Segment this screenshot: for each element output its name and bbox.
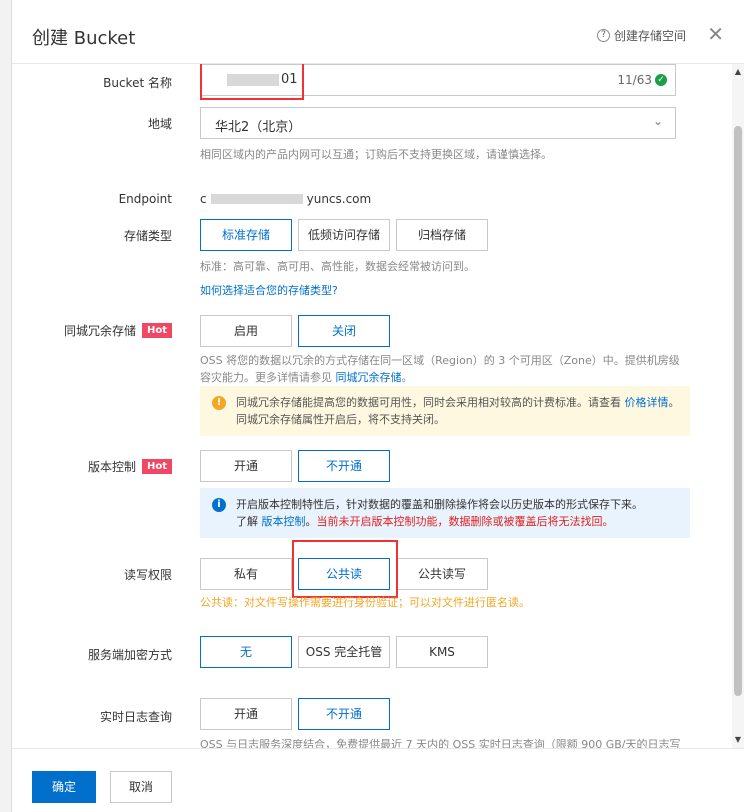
question-icon: ? xyxy=(596,29,610,42)
log-query-off-button[interactable]: 不开通 xyxy=(298,698,390,730)
bucket-name-input[interactable]: 01 11/63 ✓ xyxy=(200,64,676,96)
close-icon[interactable]: ✕ xyxy=(707,22,724,46)
help-link-label: 创建存储空间 xyxy=(613,29,686,43)
versioning-info-notice: i 开启版本控制特性后，针对数据的覆盖和删除操作将会以历史版本的形式保存下来。 … xyxy=(200,488,690,538)
acl-public-read-write-button[interactable]: 公共读写 xyxy=(396,558,488,590)
region-select[interactable]: 华北2（北京） ⌄ xyxy=(200,107,676,139)
redacted-text xyxy=(210,194,303,204)
zrs-label: 同城冗余存储 Hot xyxy=(64,322,172,339)
versioning-label-text: 版本控制 xyxy=(87,460,136,474)
region-label: 地域 xyxy=(147,117,172,131)
acl-private-button[interactable]: 私有 xyxy=(200,558,292,590)
versioning-notice-line1: 开启版本控制特性后，针对数据的覆盖和删除操作将会以历史版本的形式保存下来。 xyxy=(236,498,643,511)
acl-public-read-button[interactable]: 公共读 xyxy=(298,558,390,590)
region-value: 华北2（北京） xyxy=(215,120,302,135)
zrs-enable-button[interactable]: 启用 xyxy=(200,315,292,347)
redacted-text xyxy=(227,74,279,86)
scroll-thumb[interactable] xyxy=(734,126,742,696)
info-icon: i xyxy=(212,498,226,512)
cancel-button[interactable]: 取消 xyxy=(110,771,172,803)
storage-standard-button[interactable]: 标准存储 xyxy=(200,219,292,251)
versioning-off-button[interactable]: 不开通 xyxy=(298,450,390,482)
acl-tip: 公共读：对文件写操作需要进行身份验证；可以对文件进行匿名读。 xyxy=(200,596,530,609)
confirm-button[interactable]: 确定 xyxy=(32,771,96,803)
page: 创建 Bucket ? 创建存储空间 ✕ Bucket 名称 01 11/63 … xyxy=(0,0,744,812)
storage-class-label: 存储类型 xyxy=(123,229,172,243)
versioning-notice-sep: 。 xyxy=(305,515,317,528)
dialog-header: 创建 Bucket ? 创建存储空间 ✕ xyxy=(12,0,744,64)
log-query-label: 实时日志查询 xyxy=(99,710,172,724)
scroll-down-icon[interactable]: ▼ xyxy=(732,732,744,748)
storage-class-help-link[interactable]: 如何选择适合您的存储类型? xyxy=(200,282,690,299)
zrs-notice-text: 同城冗余存储能提高您的数据可用性，同时会采用相对较高的计费标准。请查看 xyxy=(236,396,621,409)
storage-archive-button[interactable]: 归档存储 xyxy=(396,219,488,251)
versioning-warning-text: 当前未开启版本控制功能，数据删除或被覆盖后将无法找回。 xyxy=(316,515,614,528)
scroll-up-icon[interactable]: ▲ xyxy=(732,64,744,80)
zrs-warning-notice: ! 同城冗余存储能提高您的数据可用性，同时会采用相对较高的计费标准。请查看 价格… xyxy=(200,386,690,436)
endpoint-value: c yuncs.com xyxy=(200,192,371,206)
encryption-label: 服务端加密方式 xyxy=(87,648,172,662)
log-query-on-button[interactable]: 开通 xyxy=(200,698,292,730)
versioning-notice-line2: 了解 版本控制。当前未开启版本控制功能，数据删除或被覆盖后将无法找回。 xyxy=(236,513,680,530)
storage-class-hint: 标准：高可靠、高可用、高性能，数据会经常被访问到。 xyxy=(200,260,475,273)
zrs-hint-text: OSS 将您的数据以冗余的方式存储在同一区域（Region）的 3 个可用区（Z… xyxy=(200,354,680,384)
region-hint: 相同区域内的产品内网可以互通；订购后不支持更换区域，请谨慎选择。 xyxy=(200,148,552,161)
encryption-oss-button[interactable]: OSS 完全托管 xyxy=(298,636,390,668)
versioning-on-button[interactable]: 开通 xyxy=(200,450,292,482)
create-bucket-dialog: 创建 Bucket ? 创建存储空间 ✕ Bucket 名称 01 11/63 … xyxy=(12,0,744,812)
check-icon: ✓ xyxy=(655,74,667,86)
dialog-footer: 确定 取消 xyxy=(12,748,744,812)
endpoint-label: Endpoint xyxy=(118,192,172,206)
log-query-hint: OSS 与日志服务深度结合，免费提供最近 7 天内的 OSS 实时日志查询（限额… xyxy=(200,738,681,748)
chevron-down-icon: ⌄ xyxy=(652,114,663,128)
zrs-hint-end: 。 xyxy=(401,371,413,384)
zrs-disable-button[interactable]: 关闭 xyxy=(298,315,390,347)
hot-badge: Hot xyxy=(141,323,172,338)
zrs-hint: OSS 将您的数据以冗余的方式存储在同一区域（Region）的 3 个可用区（Z… xyxy=(200,352,690,386)
name-length-counter: 11/63 ✓ xyxy=(617,73,667,87)
storage-ia-button[interactable]: 低频访问存储 xyxy=(298,219,390,251)
counter-text: 11/63 xyxy=(617,73,652,87)
hot-badge: Hot xyxy=(141,459,172,474)
versioning-label: 版本控制 Hot xyxy=(88,458,172,475)
acl-label: 读写权限 xyxy=(123,568,172,582)
bucket-name-label: Bucket 名称 xyxy=(103,76,172,90)
help-link[interactable]: ? 创建存储空间 xyxy=(596,27,686,44)
pricing-link[interactable]: 价格详情 xyxy=(625,396,669,409)
versioning-notice-prefix: 了解 xyxy=(236,515,258,528)
encryption-none-button[interactable]: 无 xyxy=(200,636,292,668)
zrs-doc-link[interactable]: 同城冗余存储 xyxy=(336,371,402,384)
versioning-doc-link[interactable]: 版本控制 xyxy=(262,515,306,528)
backdrop xyxy=(0,0,12,812)
zrs-label-text: 同城冗余存储 xyxy=(63,324,136,338)
encryption-kms-button[interactable]: KMS xyxy=(396,636,488,668)
endpoint-prefix: c xyxy=(200,192,207,206)
warning-icon: ! xyxy=(212,396,226,410)
dialog-scrollbar[interactable]: ▲ ▼ xyxy=(732,64,744,748)
bucket-name-value: 01 xyxy=(281,72,298,87)
dialog-title: 创建 Bucket xyxy=(32,28,136,49)
dialog-body: Bucket 名称 01 11/63 ✓ 地域 华北2（北京） ⌄ 相同区域内的… xyxy=(12,64,732,748)
endpoint-suffix: yuncs.com xyxy=(306,192,372,206)
